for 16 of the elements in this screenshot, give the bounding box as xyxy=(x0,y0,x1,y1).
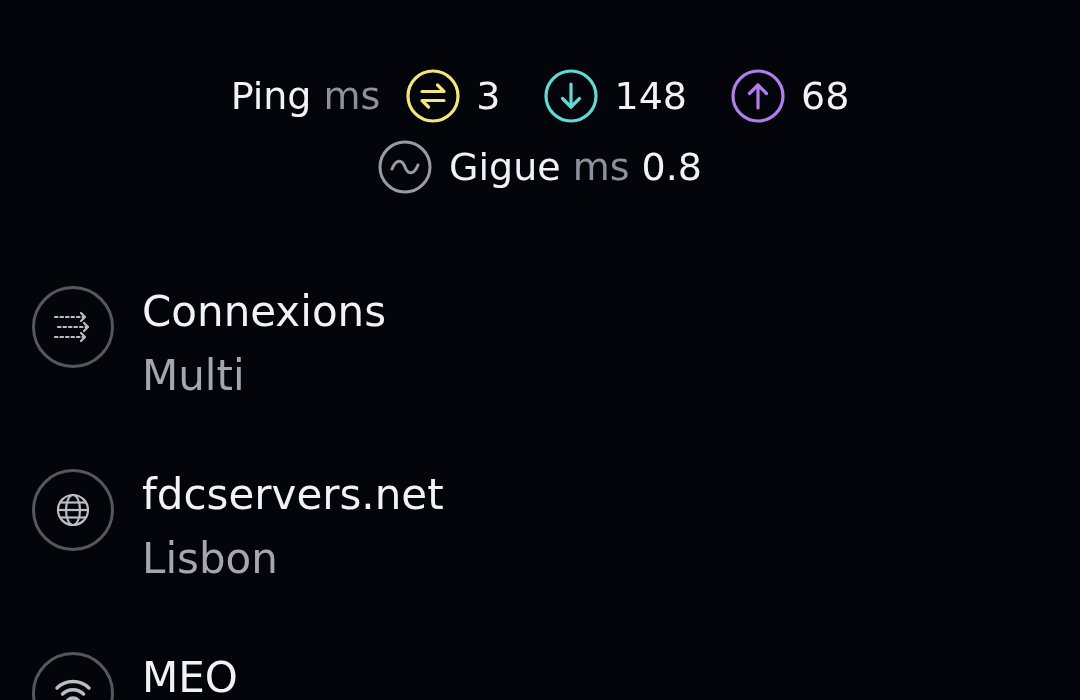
metric-value: 3 xyxy=(476,73,501,120)
ping-label: Ping xyxy=(230,73,312,120)
wave-icon xyxy=(378,140,433,194)
detail-title: Connexions xyxy=(142,286,387,338)
detail-subtitle: Lisbon xyxy=(142,535,278,583)
globe-icon xyxy=(32,469,114,551)
unit-label: ms xyxy=(323,73,381,120)
metric-value: 0.8 xyxy=(641,144,702,191)
jitter-label: Gigue xyxy=(449,144,561,191)
metric-value: 68 xyxy=(801,73,850,120)
detail-title: fdcservers.net xyxy=(142,469,444,521)
detail-title: MEO xyxy=(142,652,238,700)
detail-subtitle: Multi xyxy=(142,352,245,400)
metric-value: 148 xyxy=(614,73,687,120)
unit-label: ms xyxy=(572,144,630,191)
dotted-arrows-icon xyxy=(32,286,114,368)
